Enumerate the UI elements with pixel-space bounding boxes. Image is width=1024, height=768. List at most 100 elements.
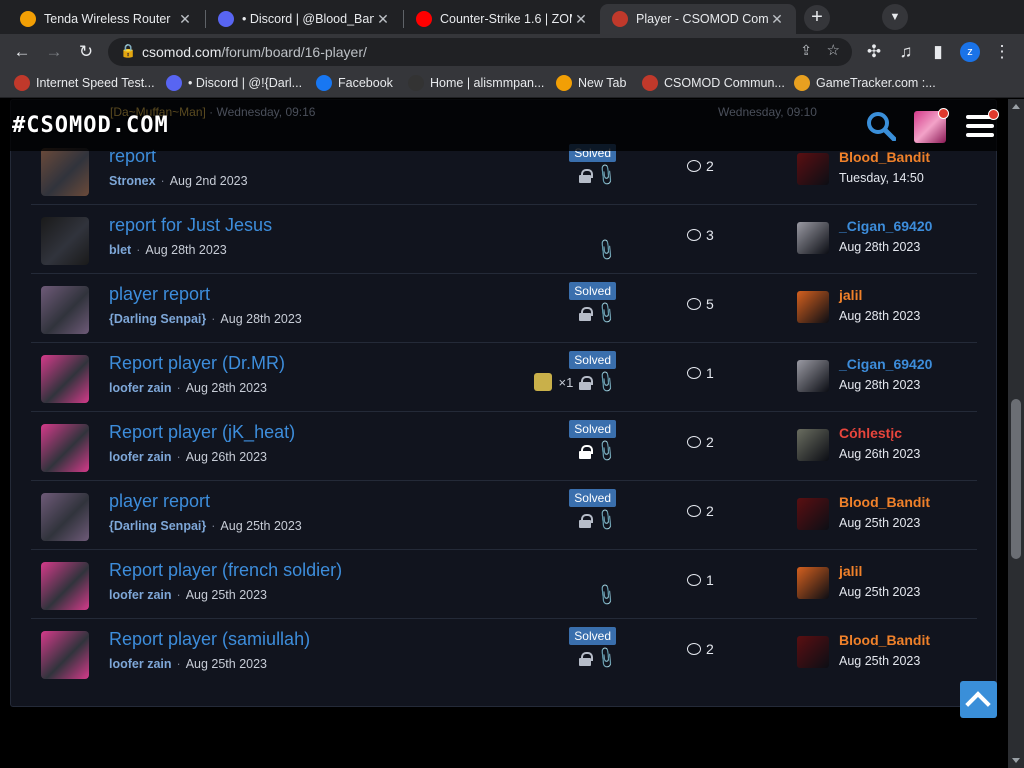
last-post-date: Aug 25th 2023: [839, 654, 921, 668]
profile-avatar[interactable]: z: [960, 42, 980, 62]
author-avatar[interactable]: [41, 286, 89, 334]
last-poster-avatar[interactable]: [797, 360, 829, 392]
thread-status-icons: ×1 📎: [534, 370, 619, 395]
browser-tab[interactable]: Counter-Strike 1.6 | ZOMBIE✕: [404, 4, 600, 34]
bookmark-star-icon[interactable]: ☆: [827, 41, 840, 59]
browser-tab[interactable]: Player - CSOMOD Community✕: [600, 4, 796, 34]
meta-separator: ·: [160, 174, 165, 188]
thread-author[interactable]: {Darling Senpai}: [109, 519, 206, 533]
share-icon[interactable]: ⇪: [800, 42, 812, 59]
thread-title[interactable]: Report player (jK_heat): [109, 422, 295, 443]
bookmark-label: Facebook: [338, 76, 393, 90]
thread-title[interactable]: Report player (samiullah): [109, 629, 310, 650]
thread-row[interactable]: Report player (Dr.MR) loofer zain · Aug 28t…: [31, 343, 977, 412]
thread-row[interactable]: Report player (samiullah) loofer zain · Aug…: [31, 619, 977, 688]
search-icon[interactable]: [866, 111, 896, 141]
reply-count: 5: [687, 296, 714, 312]
thread-row[interactable]: Report player (jK_heat) loofer zain · Aug 2…: [31, 412, 977, 481]
reaction-icon[interactable]: [534, 373, 553, 391]
author-avatar[interactable]: [41, 562, 89, 610]
extensions-icon[interactable]: ✣: [862, 40, 886, 64]
bookmark-item[interactable]: Facebook: [316, 75, 393, 91]
thread-title[interactable]: player report: [109, 284, 210, 305]
thread-author[interactable]: {Darling Senpai}: [109, 312, 206, 326]
close-tab-icon[interactable]: ✕: [572, 11, 590, 28]
page-scrollbar[interactable]: [1008, 99, 1024, 768]
forward-icon[interactable]: →: [42, 40, 66, 64]
reload-icon[interactable]: ↻: [74, 40, 98, 64]
last-post-date: Aug 25th 2023: [839, 516, 921, 530]
thread-row[interactable]: report for Just Jesus blet · Aug 28th 2023 📎…: [31, 205, 977, 274]
thread-author[interactable]: loofer zain: [109, 588, 172, 602]
thread-row[interactable]: player report {Darling Senpai} · Aug 25th 2…: [31, 481, 977, 550]
author-avatar[interactable]: [41, 631, 89, 679]
author-avatar[interactable]: [41, 148, 89, 196]
browser-tab[interactable]: • Discord | @Blood_Bandit✕: [206, 4, 402, 34]
last-poster-avatar[interactable]: [797, 429, 829, 461]
reply-number: 2: [706, 434, 714, 450]
scroll-up-arrow[interactable]: [1012, 104, 1020, 109]
thread-title[interactable]: player report: [109, 491, 210, 512]
last-poster-name[interactable]: Blood_Bandit: [839, 149, 930, 165]
author-avatar[interactable]: [41, 493, 89, 541]
last-post-date: Tuesday, 14:50: [839, 171, 924, 185]
last-poster-name[interactable]: _Cigan_69420: [839, 218, 932, 234]
media-control-icon[interactable]: ♫: [894, 40, 918, 64]
chrome-menu-icon[interactable]: ⋮: [990, 40, 1014, 64]
last-poster-avatar[interactable]: [797, 567, 829, 599]
bookmark-item[interactable]: • Discord | @!{Darl...: [166, 75, 302, 91]
close-tab-icon[interactable]: ✕: [374, 11, 392, 28]
last-poster-avatar[interactable]: [797, 153, 829, 185]
lock-icon[interactable]: 🔒: [120, 43, 136, 59]
author-avatar[interactable]: [41, 217, 89, 265]
thread-author[interactable]: Stronex: [109, 174, 156, 188]
last-poster-name[interactable]: Blood_Bandit: [839, 494, 930, 510]
url-text[interactable]: csomod.com/forum/board/16-player/: [142, 44, 367, 60]
last-poster-avatar[interactable]: [797, 291, 829, 323]
bookmark-item[interactable]: CSOMOD Commun...: [642, 75, 785, 91]
last-poster-name[interactable]: Cóhlestįc: [839, 425, 902, 441]
bookmark-item[interactable]: New Tab: [556, 75, 626, 91]
bookmark-item[interactable]: Home | alismmpan...: [408, 75, 544, 91]
author-avatar[interactable]: [41, 424, 89, 472]
back-icon[interactable]: ←: [10, 40, 34, 64]
bookmark-favicon-icon: [14, 75, 30, 91]
thread-author[interactable]: blet: [109, 243, 131, 257]
thread-title[interactable]: Report player (Dr.MR): [109, 353, 285, 374]
bookmark-item[interactable]: Internet Speed Test...: [14, 75, 155, 91]
close-tab-icon[interactable]: ✕: [768, 11, 786, 28]
lock-icon: [579, 168, 594, 183]
solved-badge: Solved: [569, 351, 616, 369]
attachment-icon: 📎: [593, 439, 619, 464]
thread-meta: {Darling Senpai} · Aug 25th 2023: [109, 519, 302, 533]
thread-author[interactable]: loofer zain: [109, 381, 172, 395]
bookmark-favicon-icon: [794, 75, 810, 91]
last-poster-name[interactable]: jalil: [839, 563, 862, 579]
last-poster-name[interactable]: _Cigan_69420: [839, 356, 932, 372]
thread-row[interactable]: player report {Darling Senpai} · Aug 28th 2…: [31, 274, 977, 343]
side-panel-icon[interactable]: ▮: [926, 40, 950, 64]
address-bar[interactable]: 🔒 csomod.com/forum/board/16-player/ ⇪ ☆: [108, 38, 852, 66]
new-tab-button[interactable]: +: [804, 5, 830, 31]
comment-bubble-icon: [687, 229, 701, 241]
scroll-thumb[interactable]: [1011, 399, 1021, 559]
scroll-down-arrow[interactable]: [1012, 758, 1020, 763]
close-tab-icon[interactable]: ✕: [176, 11, 194, 28]
thread-title[interactable]: Report player (french soldier): [109, 560, 342, 581]
tab-search-button[interactable]: ▼: [882, 4, 908, 30]
thread-author[interactable]: loofer zain: [109, 657, 172, 671]
author-avatar[interactable]: [41, 355, 89, 403]
last-poster-avatar[interactable]: [797, 636, 829, 668]
reply-count: 2: [687, 434, 714, 450]
browser-tab[interactable]: Tenda Wireless Router ✕: [8, 4, 204, 34]
thread-title[interactable]: report for Just Jesus: [109, 215, 272, 236]
last-poster-avatar[interactable]: [797, 222, 829, 254]
scroll-to-top-button[interactable]: [960, 681, 997, 718]
bookmark-item[interactable]: GameTracker.com :...: [794, 75, 936, 91]
thread-row[interactable]: Report player (french soldier) loofer zai…: [31, 550, 977, 619]
last-poster-avatar[interactable]: [797, 498, 829, 530]
last-poster-name[interactable]: jalil: [839, 287, 862, 303]
thread-author[interactable]: loofer zain: [109, 450, 172, 464]
site-logo[interactable]: #CSOMOD.COM: [12, 113, 169, 138]
last-poster-name[interactable]: Blood_Bandit: [839, 632, 930, 648]
